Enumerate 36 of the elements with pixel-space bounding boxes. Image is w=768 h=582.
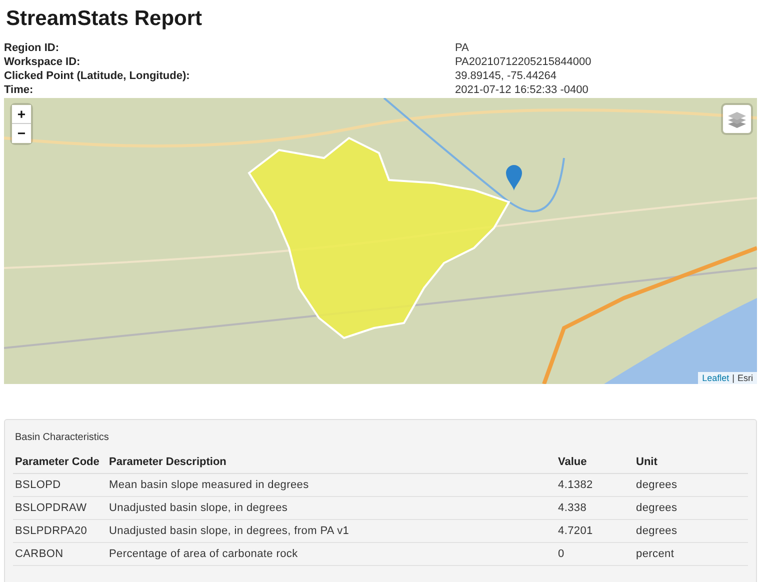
table-cell: Percentage of area of carbonate rock: [107, 542, 556, 566]
table-cell: degrees: [634, 496, 748, 520]
info-label: Workspace ID:: [4, 55, 82, 69]
table-cell: BSLOPDRAW: [13, 496, 107, 520]
zoom-in-button[interactable]: +: [12, 105, 31, 124]
column-header: Parameter Code: [13, 455, 107, 474]
table-cell: 4.1382: [556, 474, 634, 496]
table-cell: Unadjusted basin slope, in degrees, from PA v1: [107, 520, 556, 542]
table-cell: 4.7201: [556, 520, 634, 542]
layers-button[interactable]: [723, 105, 751, 133]
attribution-separator: |: [732, 373, 734, 383]
column-header: Unit: [634, 455, 748, 474]
table-cell: 4.338: [556, 496, 634, 520]
table-cell: Unadjusted basin slope, in degrees: [107, 496, 556, 520]
info-label: Region ID:: [4, 41, 60, 55]
info-value: PA: [455, 41, 470, 55]
info-value: PA20210712205215844000: [455, 55, 592, 69]
table-cell: degrees: [634, 474, 748, 496]
table-cell: degrees: [634, 520, 748, 542]
report-title: StreamStats Report: [6, 7, 204, 31]
layers-icon: [727, 109, 747, 129]
table-cell: Mean basin slope measured in degrees: [107, 474, 556, 496]
attribution-text: Esri: [738, 373, 753, 383]
table-cell: CARBON: [13, 542, 107, 566]
panel-heading: Basin Characteristics: [15, 432, 110, 443]
info-value: 2021-07-12 16:52:33 -0400: [455, 83, 590, 97]
column-header: Value: [556, 455, 634, 474]
leaflet-link[interactable]: Leaflet: [702, 373, 730, 383]
info-label: Time:: [4, 83, 34, 97]
table-cell: BSLOPD: [13, 474, 107, 496]
info-label: Clicked Point (Latitude, Longitude):: [4, 69, 191, 83]
table-cell: BSLPDRPA20: [13, 520, 107, 542]
table-cell: percent: [634, 542, 748, 566]
table-cell: 0: [556, 542, 634, 566]
info-value: 39.89145, -75.44264: [455, 69, 558, 83]
column-header: Parameter Description: [107, 455, 556, 474]
